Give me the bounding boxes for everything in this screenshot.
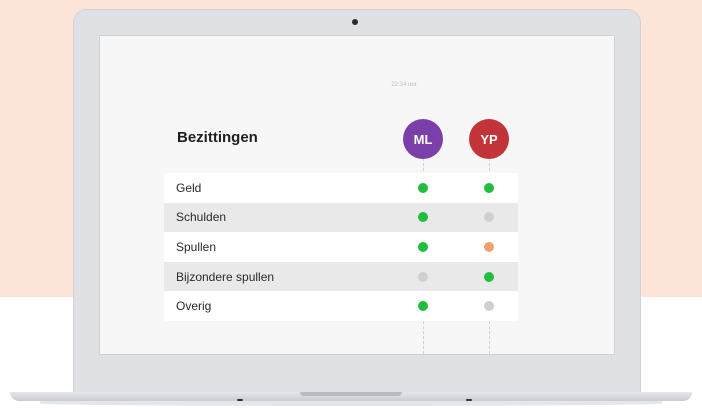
yp-status-dot [484, 271, 494, 282]
yp-status-dot [484, 241, 494, 252]
ml-status-dot [418, 301, 428, 312]
yp-status-dot [484, 301, 494, 312]
row-label: Schulden [176, 210, 227, 225]
list-item-spullen[interactable]: Spullen [164, 232, 518, 262]
row-label: Spullen [176, 239, 217, 254]
row-label: Geld [176, 180, 202, 195]
list-item-bijzondere-spullen[interactable]: Bijzondere spullen [164, 261, 518, 292]
avatar-ml[interactable]: ML [403, 119, 443, 159]
ml-status-dot [418, 182, 428, 193]
ml-status-dot [418, 212, 428, 223]
row-label: Overig [176, 299, 212, 314]
laptop-foot-left [237, 399, 243, 401]
possessions-list: Geld Schulden Spullen Bijzondere spullen… [164, 173, 518, 321]
laptop-base-notch [300, 392, 402, 396]
list-item-geld[interactable]: Geld [164, 173, 518, 203]
yp-status-dot [484, 212, 494, 223]
avatar-yp[interactable]: YP [469, 119, 509, 159]
section-title: Bezittingen [177, 129, 258, 146]
webcam-icon [352, 19, 358, 25]
list-item-schulden[interactable]: Schulden [164, 202, 518, 233]
yp-status-dot [484, 182, 494, 193]
laptop-screen: 22:34 uur Bezittingen ML YP Geld Schulde… [99, 35, 615, 355]
laptop-base-shadow [40, 401, 662, 406]
ml-status-dot [418, 271, 428, 282]
list-item-overig[interactable]: Overig [164, 291, 518, 321]
ml-status-dot [418, 241, 428, 252]
laptop-foot-right [466, 399, 472, 401]
row-label: Bijzondere spullen [176, 269, 275, 284]
timestamp: 22:34 uur [391, 82, 417, 88]
